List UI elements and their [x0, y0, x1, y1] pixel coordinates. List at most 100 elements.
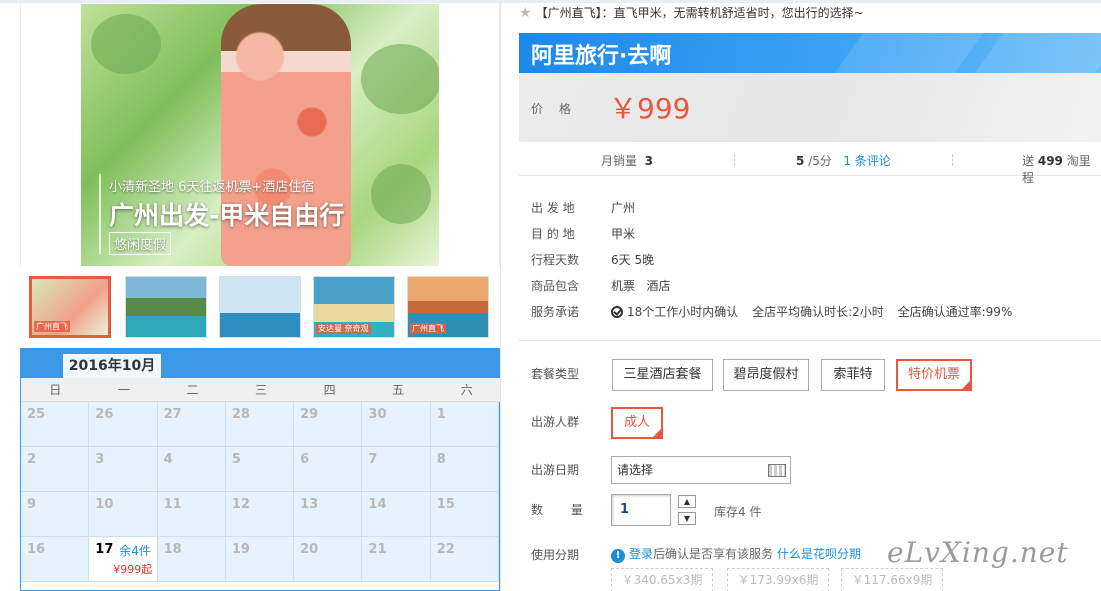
installment-option-6[interactable]: ￥173.99x6期: [727, 568, 829, 591]
calendar-day-cell[interactable]: 5: [225, 447, 295, 492]
points-prefix: 送: [1022, 154, 1035, 168]
calendar-day-cell[interactable]: 18: [157, 537, 226, 582]
installment-option-3[interactable]: ￥340.65x3期: [611, 568, 713, 591]
calendar-day-cell[interactable]: 13: [294, 492, 363, 537]
monthly-sales: 月销量 3: [601, 152, 653, 169]
thumbnail-4[interactable]: 安达曼 奈奇观: [313, 276, 395, 338]
stats-separator: [952, 154, 953, 166]
leaf-decoration: [361, 44, 439, 114]
traveler-option-adult[interactable]: 成人: [611, 407, 663, 439]
quantity-decrease-button[interactable]: ▼: [678, 512, 696, 525]
calendar-day-cell[interactable]: 3: [89, 447, 158, 492]
calendar-day-number: 22: [436, 542, 455, 557]
detail-value: 6天 5晚: [611, 253, 655, 267]
detail-value: 广州: [611, 201, 636, 215]
travel-date-label: 出游日期: [531, 463, 580, 477]
calendar-day-number: 25: [27, 407, 46, 422]
calendar-header: 2016年10月: [21, 348, 501, 378]
main-product-image[interactable]: 小清新圣地 6天往返机票+酒店住宿 广州出发-甲米自由行 悠闲度假: [81, 4, 439, 266]
stats-separator: [734, 154, 735, 166]
thumbnail-strip: 广州直飞 安达曼 奈奇观 广州直飞: [20, 270, 500, 342]
calendar-day-cell[interactable]: 19: [225, 537, 295, 582]
calendar-day-cell[interactable]: 22: [430, 537, 499, 582]
calendar-day-cell[interactable]: 12: [225, 492, 295, 537]
detail-label: 商品包含: [531, 279, 580, 293]
installment-text: 后确认是否享有该服务: [653, 547, 774, 561]
calendar-day-cell[interactable]: 10: [89, 492, 158, 537]
calendar-day-number: 18: [163, 542, 182, 557]
calendar-day-cell[interactable]: 28: [225, 402, 295, 447]
calendar-day-number: 30: [368, 407, 387, 422]
calendar-day-cell[interactable]: 2: [21, 447, 90, 492]
service-item: 全店确认通过率:99%: [897, 305, 1013, 319]
calendar-day-cell[interactable]: 21: [362, 537, 431, 582]
calendar-icon[interactable]: [768, 464, 786, 477]
package-option-resort[interactable]: 碧昂度假村: [723, 359, 809, 391]
calendar-day-cell[interactable]: 8: [430, 447, 499, 492]
calendar-day-number: 13: [300, 497, 319, 512]
installment-label: 使用分期: [531, 548, 580, 562]
calendar-day-cell[interactable]: 9: [21, 492, 90, 537]
thumbnail-3[interactable]: [219, 276, 301, 338]
product-info-column: ★ 【广州直飞】：直飞甲米，无需转机舒适省时，您出行的选择~ 阿里旅行·去啊 价格…: [519, 0, 1101, 591]
service-item: 18个工作小时内确认: [627, 305, 739, 319]
main-image-frame: 小清新圣地 6天往返机票+酒店住宿 广州出发-甲米自由行 悠闲度假: [20, 0, 500, 268]
calendar-day-number: 3: [95, 452, 105, 467]
image-caption-small: 小清新圣地 6天往返机票+酒店住宿: [109, 180, 315, 195]
calendar-day-number: 26: [95, 407, 114, 422]
travel-date-placeholder: 请选择: [617, 463, 654, 477]
installment-option-9[interactable]: ￥117.66x9期: [841, 568, 943, 591]
weekday-label: 三: [255, 383, 268, 397]
calendar-day-number: 16: [27, 542, 46, 557]
calendar-grid: 25 26 27 28 29 30 1 2 3 4 5 6 7 8 9 10 11 12 13 14 15 16 17 余4件…: [21, 402, 499, 582]
weekday-label: 一: [117, 383, 130, 397]
product-title-row: ★ 【广州直飞】：直飞甲米，无需转机舒适省时，您出行的选择~: [519, 4, 1101, 22]
points-value: 499: [1037, 154, 1063, 168]
calendar-day-cell[interactable]: 14: [362, 492, 431, 537]
package-option-three-star[interactable]: 三星酒店套餐: [612, 359, 713, 391]
quantity-label: 数 量: [531, 503, 595, 517]
calendar-day-cell[interactable]: 1: [430, 402, 499, 447]
thumbnail-label: 广州直飞: [34, 321, 70, 332]
calendar-day-cell[interactable]: 16: [21, 537, 90, 582]
calendar-day-cell[interactable]: 26: [89, 402, 158, 447]
calendar-day-cell[interactable]: 4: [157, 447, 226, 492]
calendar-day-cell[interactable]: 15: [430, 492, 499, 537]
detail-value: 甲米: [611, 227, 636, 241]
calendar-week-row: 16 17 余4件 ¥999起 18 19 20 21 22: [21, 537, 499, 582]
thumbnail-label: 安达曼 奈奇观: [316, 323, 371, 334]
calendar-day-cell[interactable]: 7: [362, 447, 431, 492]
thumbnail-1[interactable]: 广州直飞: [29, 276, 111, 338]
calendar-day-cell[interactable]: 27: [157, 402, 226, 447]
calendar-day-cell[interactable]: 25: [21, 402, 90, 447]
quantity-increase-button[interactable]: ▲: [678, 495, 696, 508]
calendar-day-cell[interactable]: 20: [294, 537, 363, 582]
service-label: 服务承诺: [531, 305, 580, 319]
brand-decoration: [834, 33, 984, 73]
what-is-huabei-link[interactable]: 什么是花呗分期: [777, 547, 861, 561]
thumbnail-5[interactable]: 广州直飞: [407, 276, 489, 338]
reviews-link[interactable]: 1 条评论: [843, 154, 890, 168]
calendar-day-cell[interactable]: 17 余4件 ¥999起: [89, 537, 158, 582]
quantity-input[interactable]: 1: [611, 494, 671, 526]
detail-label: 目 的 地: [531, 227, 575, 241]
login-link[interactable]: 登录: [629, 547, 653, 561]
calendar-day-number: 7: [368, 452, 378, 467]
calendar-day-number: 14: [368, 497, 387, 512]
calendar-weekdays: 日 一 二 三 四 五 六: [21, 378, 501, 402]
star-icon[interactable]: ★: [519, 5, 532, 21]
section-divider: [519, 340, 1101, 341]
travel-date-input[interactable]: 请选择: [611, 456, 791, 484]
points-reward: 送 499 淘里程: [1022, 152, 1101, 186]
package-option-sofitel[interactable]: 索菲特: [821, 359, 885, 391]
thumbnail-2[interactable]: [125, 276, 207, 338]
calendar-day-cell[interactable]: 30: [362, 402, 431, 447]
calendar-day-cell[interactable]: 29: [294, 402, 363, 447]
calendar-day-cell[interactable]: 6: [294, 447, 363, 492]
package-option-cheap-flight[interactable]: 特价机票: [896, 359, 972, 391]
calendar-day-cell[interactable]: 11: [157, 492, 226, 537]
stock-note: 库存4 件: [714, 505, 762, 519]
calendar-day-price: ¥999起: [113, 563, 153, 576]
installment-amount: ￥173.99: [737, 573, 792, 587]
calendar-month-tab[interactable]: 2016年10月: [63, 354, 161, 378]
